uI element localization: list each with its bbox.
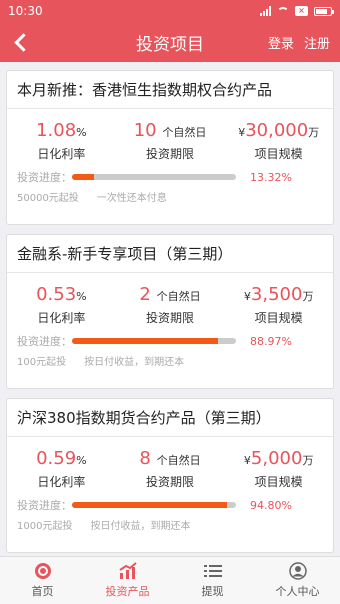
scale-unit: 万 xyxy=(302,454,314,467)
scale-metric: ¥30,000万 项目规模 xyxy=(224,119,333,167)
nav-actions: 登录 注册 xyxy=(268,33,340,52)
list-icon xyxy=(203,565,222,577)
term-metric: 8 个自然日 投资期限 xyxy=(116,447,225,495)
tab-bar: 首页 投资产品 提现 个人中心 xyxy=(0,556,340,604)
rate-label: 日化利率 xyxy=(37,147,86,161)
product-metrics: 1.08% 日化利率 10 个自然日 投资期限 ¥30,000万 项目规模 xyxy=(7,109,333,167)
product-metrics: 0.59% 日化利率 8 个自然日 投资期限 ¥5,000万 项目规模 xyxy=(7,437,333,495)
term-unit: 个自然日 xyxy=(156,290,201,303)
home-icon xyxy=(34,563,51,579)
term-label: 投资期限 xyxy=(146,147,195,161)
rate-unit: % xyxy=(76,290,87,303)
back-button[interactable] xyxy=(0,22,40,62)
product-notes: 100元起投 按日付收益，到期还本 xyxy=(7,351,333,368)
chart-icon xyxy=(118,562,137,579)
rate-label: 日化利率 xyxy=(37,475,86,489)
tab-label: 提现 xyxy=(201,585,224,598)
back-arrow-icon xyxy=(13,32,33,52)
progress-percent: 88.97% xyxy=(250,334,292,348)
min-invest-note: 50000元起投 xyxy=(17,193,79,204)
scale-prefix: ¥ xyxy=(243,454,251,467)
rate-unit: % xyxy=(76,126,87,139)
battery-icon xyxy=(314,6,334,16)
product-card[interactable]: 本月新推：香港恒生指数期权合约产品 1.08% 日化利率 10 个自然日 投资期… xyxy=(6,70,334,225)
term-metric: 10 个自然日 投资期限 xyxy=(116,119,225,167)
rate-unit: % xyxy=(76,454,87,467)
product-title: 本月新推：香港恒生指数期权合约产品 xyxy=(7,71,333,109)
progress-fill xyxy=(72,502,228,508)
progress-label: 投资进度： xyxy=(17,499,72,512)
scale-value: 5,000 xyxy=(250,448,303,469)
rate-value: 0.53 xyxy=(36,284,77,305)
product-title: 沪深380指数期货合约产品（第三期） xyxy=(7,399,333,437)
term-metric: 2 个自然日 投资期限 xyxy=(116,283,225,331)
scale-metric: ¥5,000万 项目规模 xyxy=(224,447,333,495)
progress-percent: 94.80% xyxy=(250,498,292,512)
progress-bar xyxy=(72,174,236,180)
scale-value: 30,000 xyxy=(245,120,309,141)
scale-label: 项目规模 xyxy=(254,147,303,161)
status-time: 10:30 xyxy=(8,4,43,18)
tab-label: 投资产品 xyxy=(105,585,150,598)
term-value: 10 xyxy=(133,120,157,141)
product-notes: 50000元起投 一次性还本付息 xyxy=(7,187,333,204)
product-card[interactable]: 金融系-新手专享项目（第三期） 0.53% 日化利率 2 个自然日 投资期限 ¥… xyxy=(6,234,334,389)
rate-metric: 0.59% 日化利率 xyxy=(7,447,116,495)
min-invest-note: 1000元起投 xyxy=(17,521,73,532)
term-unit: 个自然日 xyxy=(156,454,201,467)
term-value: 2 xyxy=(139,284,151,305)
tab-profile[interactable]: 个人中心 xyxy=(255,557,340,604)
tab-home[interactable]: 首页 xyxy=(0,557,85,604)
progress-bar xyxy=(72,502,236,508)
repay-note: 按日付收益，到期还本 xyxy=(90,521,191,532)
product-notes: 1000元起投 按日付收益，到期还本 xyxy=(7,515,333,532)
wifi-icon xyxy=(277,6,289,16)
term-label: 投资期限 xyxy=(146,311,195,325)
rate-value: 0.59 xyxy=(36,448,77,469)
rate-label: 日化利率 xyxy=(37,311,86,325)
progress-label: 投资进度： xyxy=(17,335,72,348)
repay-note: 一次性还本付息 xyxy=(96,193,167,204)
product-metrics: 0.53% 日化利率 2 个自然日 投资期限 ¥3,500万 项目规模 xyxy=(7,273,333,331)
progress-label: 投资进度： xyxy=(17,171,72,184)
progress-row: 投资进度： 88.97% xyxy=(7,331,333,351)
progress-percent: 13.32% xyxy=(250,170,292,184)
register-button[interactable]: 注册 xyxy=(304,33,330,52)
tab-label: 个人中心 xyxy=(275,585,320,598)
status-bar: 10:30 × xyxy=(0,0,340,22)
progress-row: 投资进度： 94.80% xyxy=(7,495,333,515)
scale-label: 项目规模 xyxy=(254,475,303,489)
term-value: 8 xyxy=(139,448,151,469)
repay-note: 按日付收益，到期还本 xyxy=(84,357,185,368)
signal-icon xyxy=(260,6,271,16)
rate-value: 1.08 xyxy=(36,120,77,141)
user-icon xyxy=(288,562,307,580)
nav-bar: 投资项目 登录 注册 xyxy=(0,22,340,62)
progress-row: 投资进度： 13.32% xyxy=(7,167,333,187)
login-button[interactable]: 登录 xyxy=(268,33,294,52)
rate-metric: 1.08% 日化利率 xyxy=(7,119,116,167)
scale-value: 3,500 xyxy=(250,284,303,305)
scale-label: 项目规模 xyxy=(254,311,303,325)
progress-fill xyxy=(72,338,218,344)
tab-withdraw[interactable]: 提现 xyxy=(170,557,255,604)
min-invest-note: 100元起投 xyxy=(17,357,67,368)
tab-invest[interactable]: 投资产品 xyxy=(85,557,170,604)
tab-label: 首页 xyxy=(31,585,54,598)
scale-unit: 万 xyxy=(302,290,314,303)
scale-metric: ¥3,500万 项目规模 xyxy=(224,283,333,331)
product-card[interactable]: 沪深380指数期货合约产品（第三期） 0.59% 日化利率 8 个自然日 投资期… xyxy=(6,398,334,553)
progress-bar xyxy=(72,338,236,344)
rate-metric: 0.53% 日化利率 xyxy=(7,283,116,331)
notification-x-icon: × xyxy=(295,6,308,16)
scale-unit: 万 xyxy=(308,126,320,139)
status-icons: × xyxy=(260,6,334,16)
product-list: 本月新推：香港恒生指数期权合约产品 1.08% 日化利率 10 个自然日 投资期… xyxy=(0,62,340,553)
progress-fill xyxy=(72,174,94,180)
product-title: 金融系-新手专享项目（第三期） xyxy=(7,235,333,273)
scale-prefix: ¥ xyxy=(243,290,251,303)
term-label: 投资期限 xyxy=(146,475,195,489)
term-unit: 个自然日 xyxy=(162,126,207,139)
